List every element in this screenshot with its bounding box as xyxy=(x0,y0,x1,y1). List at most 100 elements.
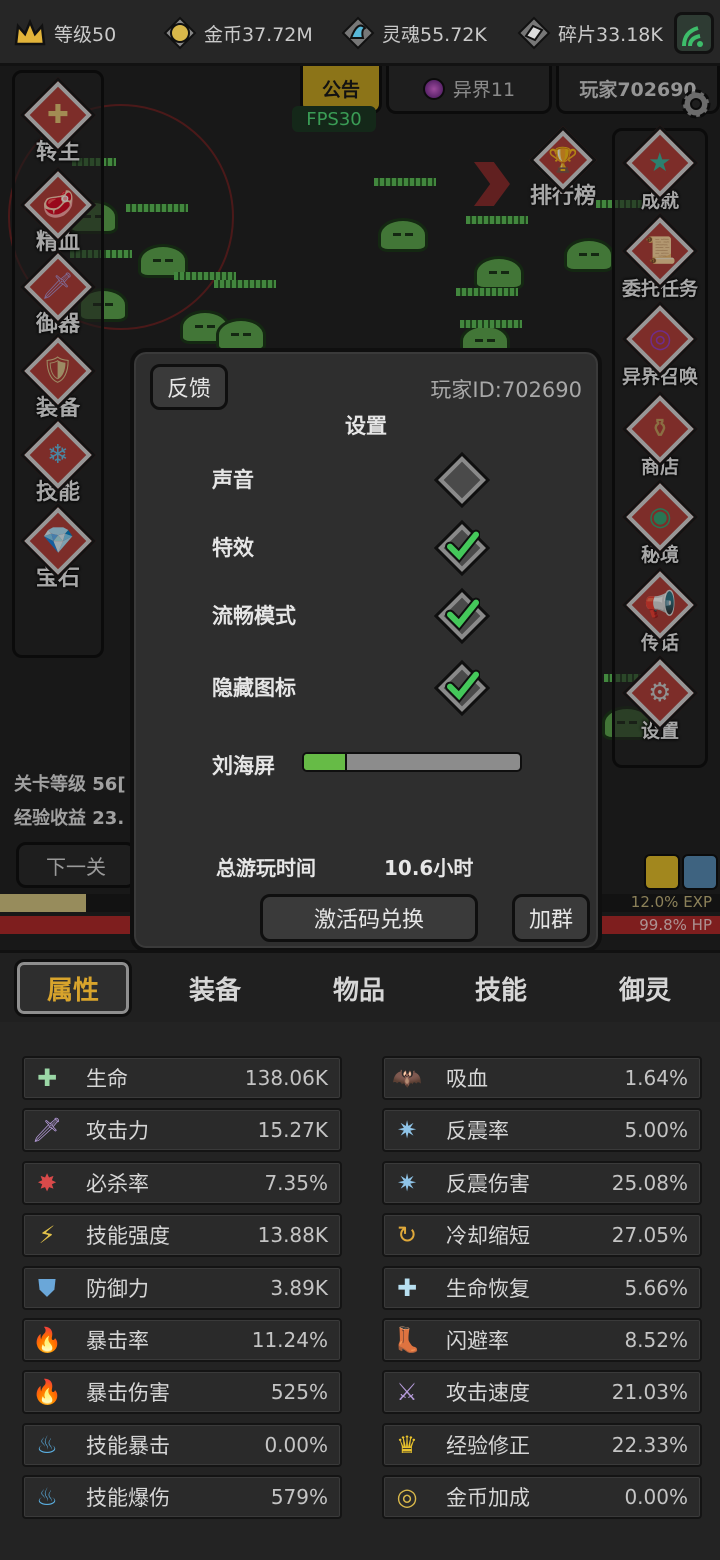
horn-icon-glyph: 📢 xyxy=(643,590,677,620)
stat-row: 🔥 暴击率 11.24% xyxy=(22,1318,342,1362)
portal-icon xyxy=(422,77,445,100)
green-portal-icon: ◉ xyxy=(621,478,699,556)
stat-value: 0.00% xyxy=(624,1485,688,1510)
stat-name: 暴击伤害 xyxy=(86,1381,170,1406)
tab-attributes[interactable]: 属性 xyxy=(14,959,132,1017)
stat-name: 攻击速度 xyxy=(446,1381,530,1406)
stat-value: 3.89K xyxy=(270,1275,328,1300)
enemy-hp-bar xyxy=(466,216,528,224)
stat-name: 攻击力 xyxy=(86,1119,149,1144)
stat-value: 25.08% xyxy=(611,1170,688,1195)
stat-name: 技能暴击 xyxy=(86,1433,170,1458)
effects-checkbox[interactable] xyxy=(433,519,491,577)
notch-slider[interactable] xyxy=(302,752,522,772)
exp-text: 12.0% EXP xyxy=(630,893,712,911)
stat-row: ↻ 冷却缩短 27.05% xyxy=(382,1213,702,1258)
hide-icons-checkbox[interactable] xyxy=(433,659,491,717)
tab-items[interactable]: 物品 xyxy=(300,959,418,1017)
menu-blood-meat-button[interactable]: 🥩精血 xyxy=(12,166,104,256)
soul-resource: 灵魂55.72K xyxy=(340,14,487,52)
slime-enemy xyxy=(216,318,266,352)
next-stage-button[interactable]: 下一关 xyxy=(16,842,136,888)
stat-name: 反震率 xyxy=(446,1119,509,1144)
portal-icon-glyph: ◎ xyxy=(648,324,672,354)
settings-dialog: 反馈 玩家ID:702690 设置 声音 特效 流畅模式 隐藏图标 刘海屏 总游… xyxy=(130,348,602,952)
fps-counter: FPS30 xyxy=(292,106,376,132)
gold-resource: 金币37.72M xyxy=(162,14,313,52)
soul-text: 灵魂55.72K xyxy=(382,23,487,46)
stat-row: ⛊ 防御力 3.89K xyxy=(22,1265,342,1310)
stat-row: ♨ 技能暴击 0.00% xyxy=(22,1422,342,1467)
stat-value: 0.00% xyxy=(264,1432,328,1457)
menu-sword-button[interactable]: 🗡御器 xyxy=(12,248,104,338)
ankh-icon-glyph: ✚ xyxy=(47,99,69,130)
level-resource: 等级50 xyxy=(12,14,116,52)
settings-gear-icon[interactable] xyxy=(676,84,716,124)
star-icon: ★ xyxy=(621,124,699,202)
scroll-icon-glyph: 📜 xyxy=(643,236,677,266)
enemy-hp-bar xyxy=(374,178,436,186)
sound-label: 声音 xyxy=(212,468,254,492)
crit-burst-icon: ✸ xyxy=(36,1168,58,1197)
stat-row: ♛ 经验修正 22.33% xyxy=(382,1422,702,1467)
stat-value: 22.33% xyxy=(611,1432,688,1457)
stat-row: 👢 闪避率 8.52% xyxy=(382,1318,702,1362)
stat-value: 1.64% xyxy=(624,1066,688,1090)
sword-icon: 🗡 xyxy=(19,248,97,326)
check-icon xyxy=(445,669,480,704)
leaderboard-button[interactable]: 🏆 排行榜 xyxy=(520,126,606,210)
menu-portal-button[interactable]: ◎异界召唤 xyxy=(614,300,706,389)
network-button[interactable] xyxy=(674,12,714,54)
crystal-icon: ❄ xyxy=(19,416,97,494)
stat-name: 吸血 xyxy=(446,1067,488,1091)
sword-icon: 🗡 xyxy=(31,1116,63,1145)
menu-gear-button[interactable]: ⚙设置 xyxy=(614,654,706,743)
otherworld-tab[interactable]: 异界11 xyxy=(386,66,552,114)
enemy-hp-bar xyxy=(460,320,522,328)
gem-bag-icon: 💎 xyxy=(19,502,97,580)
sword-icon-glyph: 🗡 xyxy=(41,271,75,302)
ankh-icon: ✚ xyxy=(19,76,97,154)
soul-icon xyxy=(340,15,376,51)
settings-title: 设置 xyxy=(345,414,387,438)
notice-label: 公告 xyxy=(321,79,360,101)
smooth-mode-checkbox[interactable] xyxy=(433,587,491,645)
skill-slot-icon[interactable] xyxy=(682,854,718,890)
stat-row: ✚ 生命 138.06K xyxy=(22,1056,342,1100)
stat-name: 暴击率 xyxy=(86,1329,149,1353)
menu-star-button[interactable]: ★成就 xyxy=(614,124,706,213)
menu-horn-button[interactable]: 📢传话 xyxy=(614,566,706,655)
sound-checkbox[interactable] xyxy=(433,451,491,509)
stat-value: 579% xyxy=(270,1485,328,1510)
skill-slot-icon[interactable] xyxy=(644,854,680,890)
stat-value: 13.88K xyxy=(257,1223,328,1248)
menu-gem-bag-button[interactable]: 💎宝石 xyxy=(12,502,104,592)
stat-name: 冷却缩短 xyxy=(446,1224,530,1249)
armor-icon: 🛡 xyxy=(19,332,97,410)
gear-icon: ⚙ xyxy=(621,654,699,732)
menu-armor-button[interactable]: 🛡装备 xyxy=(12,332,104,422)
star-icon-glyph: ★ xyxy=(648,148,672,178)
join-group-button[interactable]: 加群 xyxy=(512,894,590,942)
tab-equipment[interactable]: 装备 xyxy=(156,959,274,1017)
menu-pot-button[interactable]: ⚱商店 xyxy=(614,390,706,479)
shatter-icon: ✷ xyxy=(396,1116,418,1145)
horn-icon: 📢 xyxy=(621,566,699,644)
fragment-text: 碎片33.18K xyxy=(558,23,663,46)
check-icon xyxy=(445,529,480,564)
attribute-stats-panel: ✚ 生命 138.06K 🗡 攻击力 15.27K ✸ 必杀率 7.35% ⚡ 技能强度 13.88K… xyxy=(0,1022,720,1560)
feedback-button[interactable]: 反馈 xyxy=(150,364,228,410)
tab-spirits[interactable]: 御灵 xyxy=(586,959,704,1017)
menu-ankh-button[interactable]: ✚转生 xyxy=(12,76,104,166)
enemy-hp-bar xyxy=(456,288,518,296)
tab-skills[interactable]: 技能 xyxy=(442,959,560,1017)
effects-label: 特效 xyxy=(212,536,254,560)
menu-crystal-button[interactable]: ❄技能 xyxy=(12,416,104,506)
exp-bar-fill xyxy=(0,894,87,912)
gold-text: 金币37.72M xyxy=(204,23,313,46)
menu-scroll-button[interactable]: 📜委托任务 xyxy=(614,212,706,301)
menu-green-portal-button[interactable]: ◉秘境 xyxy=(614,478,706,567)
direction-arrow xyxy=(474,162,510,206)
slime-enemy xyxy=(564,238,614,272)
redeem-code-button[interactable]: 激活码兑换 xyxy=(260,894,478,942)
